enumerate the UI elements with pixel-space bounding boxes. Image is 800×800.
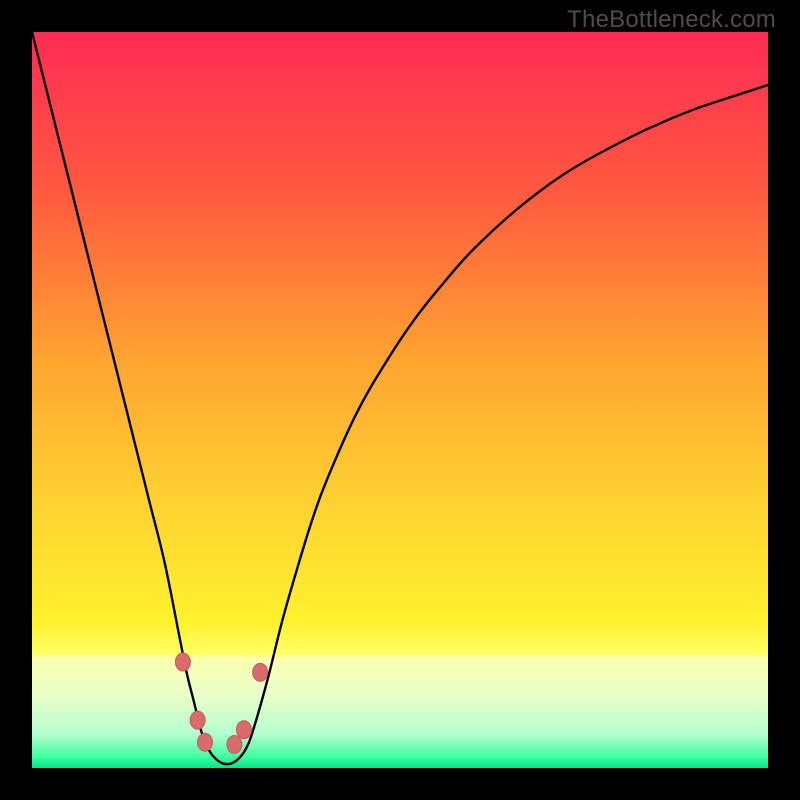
curve-marker <box>236 721 251 739</box>
gradient-background <box>32 32 768 768</box>
curve-marker <box>227 735 242 753</box>
curve-marker <box>197 733 212 751</box>
chart-frame: TheBottleneck.com <box>0 0 800 800</box>
plot-area <box>32 32 768 768</box>
curve-marker <box>253 663 268 681</box>
watermark-text: TheBottleneck.com <box>567 6 776 34</box>
curve-marker <box>175 653 190 671</box>
curve-marker <box>190 711 205 729</box>
chart-svg <box>32 32 768 768</box>
